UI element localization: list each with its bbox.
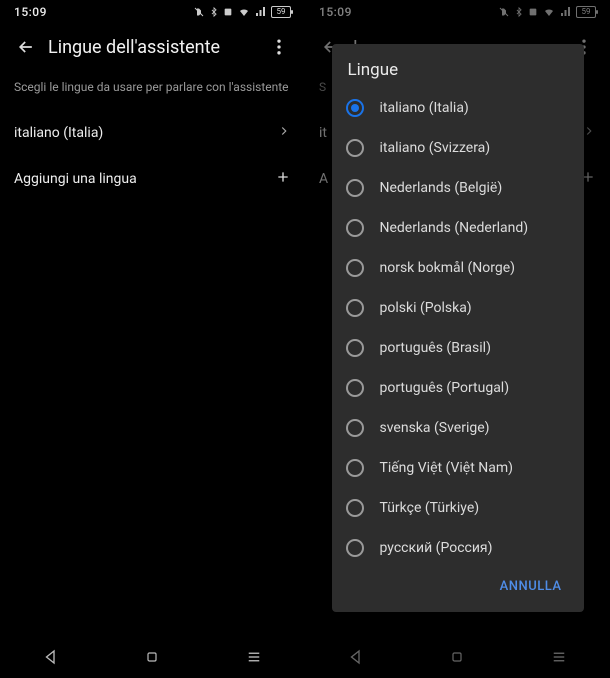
language-option-label: Nederlands (Nederland)	[380, 220, 529, 236]
language-option-label: svenska (Sverige)	[380, 420, 490, 436]
language-option[interactable]: Tiếng Việt (Việt Nam)	[332, 448, 584, 488]
language-option-label: italiano (Italia)	[380, 100, 469, 116]
language-option[interactable]: Nederlands (België)	[332, 168, 584, 208]
dialog-list: italiano (Italia) italiano (Svizzera) Nede…	[332, 88, 584, 565]
current-language-label: italiano (Italia)	[14, 125, 277, 141]
language-option-label: polski (Polska)	[380, 300, 472, 316]
add-language-row[interactable]: Aggiungi una lingua	[0, 156, 305, 202]
wifi-icon	[237, 6, 251, 18]
language-option-label: italiano (Svizzera)	[380, 140, 491, 156]
status-time: 15:09	[14, 5, 47, 19]
radio-icon	[346, 379, 364, 397]
language-option[interactable]: Nederlands (Nederland)	[332, 208, 584, 248]
radio-icon	[346, 539, 364, 557]
language-option-label: português (Portugal)	[380, 380, 510, 396]
radio-icon	[346, 219, 364, 237]
chevron-right-icon	[277, 124, 291, 142]
battery-indicator: 59	[271, 6, 291, 18]
page-subtitle: Scegli le lingue da usare per parlare co…	[0, 70, 305, 110]
radio-icon	[346, 139, 364, 157]
app-bar: Lingue dell'assistente	[0, 24, 305, 70]
language-option-label: Nederlands (België)	[380, 180, 503, 196]
radio-icon	[346, 259, 364, 277]
nav-home-icon	[144, 649, 160, 665]
language-option[interactable]: norsk bokmål (Norge)	[332, 248, 584, 288]
nav-home[interactable]	[144, 649, 160, 665]
language-option[interactable]: polski (Polska)	[332, 288, 584, 328]
cancel-button[interactable]: ANNULLA	[490, 571, 572, 602]
language-option[interactable]: svenska (Sverige)	[332, 408, 584, 448]
language-dialog: Lingue italiano (Italia) italiano (Svizze…	[332, 44, 584, 612]
language-option[interactable]: italiano (Italia)	[332, 88, 584, 128]
mute-icon	[193, 6, 205, 18]
radio-icon	[346, 499, 364, 517]
radio-icon	[346, 299, 364, 317]
status-bar: 15:09 59	[0, 0, 305, 24]
page-title: Lingue dell'assistente	[44, 37, 261, 58]
screen-right: 15:09 59 L S it	[305, 0, 610, 678]
language-option[interactable]: Türkçe (Türkiye)	[332, 488, 584, 528]
radio-icon	[346, 339, 364, 357]
bluetooth-icon	[209, 6, 219, 18]
language-option-label: norsk bokmål (Norge)	[380, 260, 516, 276]
nav-back[interactable]	[42, 648, 60, 666]
overflow-button[interactable]	[261, 29, 297, 65]
dialog-actions: ANNULLA	[332, 565, 584, 612]
nav-back-icon	[42, 648, 60, 666]
language-option[interactable]: italiano (Svizzera)	[332, 128, 584, 168]
screen-left: 15:09 59 Lingue dell'assistente Scegli l…	[0, 0, 305, 678]
signal-icon	[255, 6, 267, 18]
arrow-back-icon	[16, 37, 36, 57]
current-language-row[interactable]: italiano (Italia)	[0, 110, 305, 156]
language-option[interactable]: русский (Россия)	[332, 528, 584, 565]
more-vert-icon	[269, 37, 289, 57]
nav-recent[interactable]	[245, 648, 263, 666]
back-button[interactable]	[8, 29, 44, 65]
add-language-label: Aggiungi una lingua	[14, 171, 275, 187]
battery-level: 59	[271, 6, 291, 18]
language-option-label: português (Brasil)	[380, 340, 491, 356]
radio-icon	[346, 99, 364, 117]
language-option[interactable]: português (Brasil)	[332, 328, 584, 368]
status-indicators: 59	[193, 6, 291, 18]
dialog-title: Lingue	[332, 44, 584, 88]
language-option[interactable]: português (Portugal)	[332, 368, 584, 408]
radio-icon	[346, 419, 364, 437]
language-option-label: Türkçe (Türkiye)	[380, 500, 480, 516]
dialog-overlay[interactable]: Lingue italiano (Italia) italiano (Svizze…	[305, 0, 610, 678]
nav-recent-icon	[245, 648, 263, 666]
nav-bar	[0, 636, 305, 678]
language-option-label: русский (Россия)	[380, 540, 493, 556]
radio-icon	[346, 179, 364, 197]
radio-icon	[346, 459, 364, 477]
nfc-icon	[223, 6, 233, 18]
plus-icon	[275, 169, 291, 189]
language-option-label: Tiếng Việt (Việt Nam)	[380, 460, 514, 476]
